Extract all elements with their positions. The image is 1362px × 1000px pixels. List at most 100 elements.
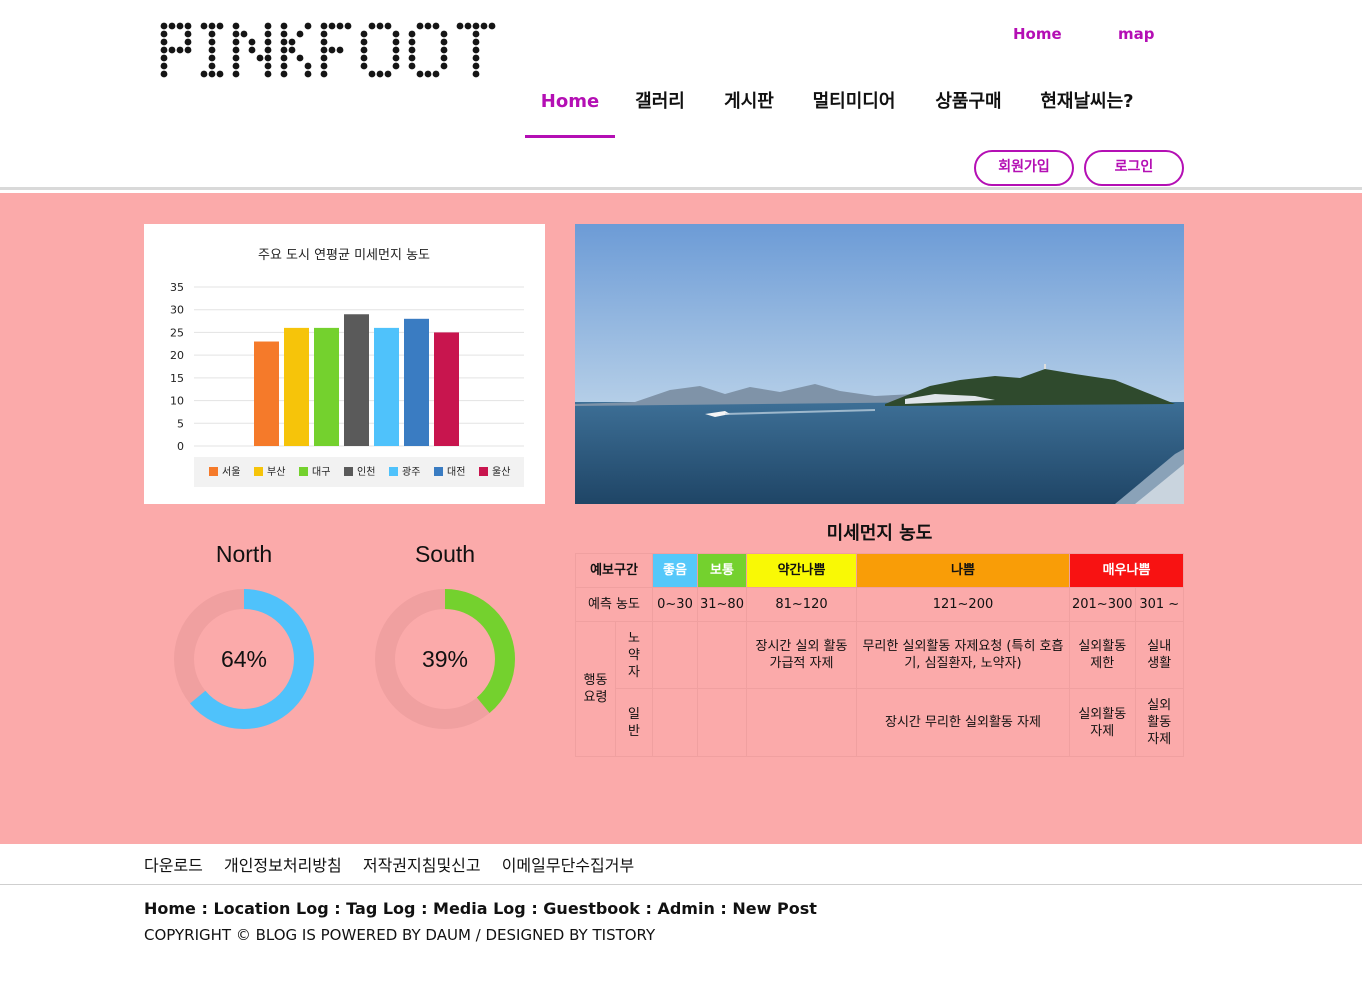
action-cell <box>697 688 747 757</box>
logo-dot <box>168 46 176 54</box>
grade-good: 좋음 <box>652 553 698 588</box>
logo-dot <box>408 62 416 70</box>
top-nav-home-link[interactable]: Home <box>1013 25 1062 43</box>
legend-label: 광주 <box>402 466 420 478</box>
logo-dot <box>416 70 424 78</box>
nav-item-gallery[interactable]: 갤러리 <box>625 88 695 138</box>
logo-dot <box>392 62 400 70</box>
logo-dot <box>320 54 328 62</box>
logo-dot <box>160 70 168 78</box>
bar <box>434 332 459 446</box>
legend-label: 대전 <box>447 466 465 478</box>
y-tick-label: 30 <box>170 304 184 317</box>
nav-item-shop[interactable]: 상품구매 <box>926 88 1011 138</box>
logo-dot <box>256 54 264 62</box>
logo-dot <box>296 54 304 62</box>
bar-chart-card: 주요 도시 연평균 미세먼지 농도 35 30 25 20 15 10 5 0 서울 부산 대구 인천 광… <box>144 224 545 504</box>
logo-dot <box>408 54 416 62</box>
action-cell: 실외활동 자제 <box>1134 688 1185 757</box>
bar <box>314 327 339 446</box>
login-button[interactable]: 로그인 <box>1084 150 1184 186</box>
logo-dot <box>232 46 240 54</box>
grade-slightly-bad: 약간나쁨 <box>745 553 857 588</box>
legend-swatch <box>479 467 488 476</box>
footer-link-copyright[interactable]: 저작권지침및신고 <box>363 856 481 875</box>
logo-dot <box>440 54 448 62</box>
logo-dot <box>472 62 480 70</box>
footer-link-download[interactable]: 다운로드 <box>144 856 203 875</box>
logo-dot <box>200 70 208 78</box>
action-cell: 실외활동 자제 <box>1068 688 1136 757</box>
logo-dot <box>320 62 328 70</box>
logo-dot <box>424 70 432 78</box>
bar-chart: 주요 도시 연평균 미세먼지 농도 35 30 25 20 15 10 5 0 서울 부산 대구 인천 광… <box>170 248 524 487</box>
footer-link-email[interactable]: 이메일무단수집거부 <box>502 856 634 875</box>
action-cell <box>697 621 747 689</box>
logo-dot <box>208 54 216 62</box>
logo-dot <box>392 46 400 54</box>
logo-dot <box>440 62 448 70</box>
footer-divider <box>0 884 1362 885</box>
seaside-photo <box>575 224 1184 504</box>
nav-item-home[interactable]: Home <box>525 88 615 138</box>
y-tick-label: 35 <box>170 281 184 294</box>
action-cell: 장시간 무리한 실외활동 자제 <box>855 688 1070 757</box>
logo-dot <box>216 70 224 78</box>
nav-item-board[interactable]: 게시판 <box>714 88 784 138</box>
signup-button[interactable]: 회원가입 <box>974 150 1074 186</box>
nav-item-multimedia[interactable]: 멀티미디어 <box>804 88 904 138</box>
footer-links: 다운로드 개인정보처리방침 저작권지침및신고 이메일무단수집거부 <box>144 852 650 876</box>
conc-cell: 121~200 <box>855 587 1070 622</box>
legend-swatch <box>344 467 353 476</box>
bar <box>344 314 369 446</box>
logo-dot <box>320 70 328 78</box>
bar <box>254 341 279 446</box>
nav-item-weather[interactable]: 현재날씨는? <box>1032 88 1142 138</box>
donut-percent-label: 64% <box>221 646 267 672</box>
logo-dot <box>280 54 288 62</box>
bar <box>374 327 399 446</box>
logo-dot <box>176 46 184 54</box>
bar <box>404 318 429 446</box>
site-header: Home map Home 갤러리 게시판 멀티미디어 상품구매 현재날씨는? … <box>0 0 1362 190</box>
logo-dot <box>304 62 312 70</box>
logo-dot <box>440 46 448 54</box>
action-cell <box>745 688 857 757</box>
action-label: 행동 요령 <box>575 621 616 757</box>
conc-cell: 301 ~ <box>1134 587 1185 622</box>
action-cell <box>652 688 698 757</box>
logo-dot <box>208 62 216 70</box>
legend-swatch <box>209 467 218 476</box>
top-nav-map-link[interactable]: map <box>1118 25 1155 43</box>
donut-chart-south: 39% <box>375 589 515 729</box>
logo-dot <box>336 46 344 54</box>
conc-cell: 81~120 <box>745 587 857 622</box>
logo-dot <box>232 54 240 62</box>
logo-dot <box>328 46 336 54</box>
logo-dot <box>160 62 168 70</box>
logo-dot <box>376 70 384 78</box>
legend-label: 대구 <box>312 466 330 478</box>
logo-dot <box>320 46 328 54</box>
donut-percent-label: 39% <box>422 646 468 672</box>
legend-label: 인천 <box>357 466 375 478</box>
logo-dot <box>208 46 216 54</box>
footer-nav[interactable]: Home : Location Log : Tag Log : Media Lo… <box>144 899 817 918</box>
logo-dot <box>264 54 272 62</box>
action-cell <box>652 621 698 689</box>
logo-dot <box>408 46 416 54</box>
action-cell: 실외활동 제한 <box>1068 621 1136 689</box>
logo-dot <box>360 62 368 70</box>
copyright-text: COPYRIGHT © BLOG IS POWERED BY DAUM / DE… <box>144 926 656 944</box>
main-content: 주요 도시 연평균 미세먼지 농도 35 30 25 20 15 10 5 0 서울 부산 대구 인천 광… <box>0 193 1362 844</box>
logo-dot <box>472 46 480 54</box>
logo-dot <box>160 46 168 54</box>
logo-dot <box>472 54 480 62</box>
legend-swatch <box>389 467 398 476</box>
y-tick-label: 0 <box>177 440 184 453</box>
conc-label: 예측 농도 <box>575 587 653 622</box>
logo-dot <box>184 46 192 54</box>
footer-link-privacy[interactable]: 개인정보처리방침 <box>224 856 342 875</box>
y-tick-label: 15 <box>170 372 184 385</box>
logo-dot <box>264 46 272 54</box>
